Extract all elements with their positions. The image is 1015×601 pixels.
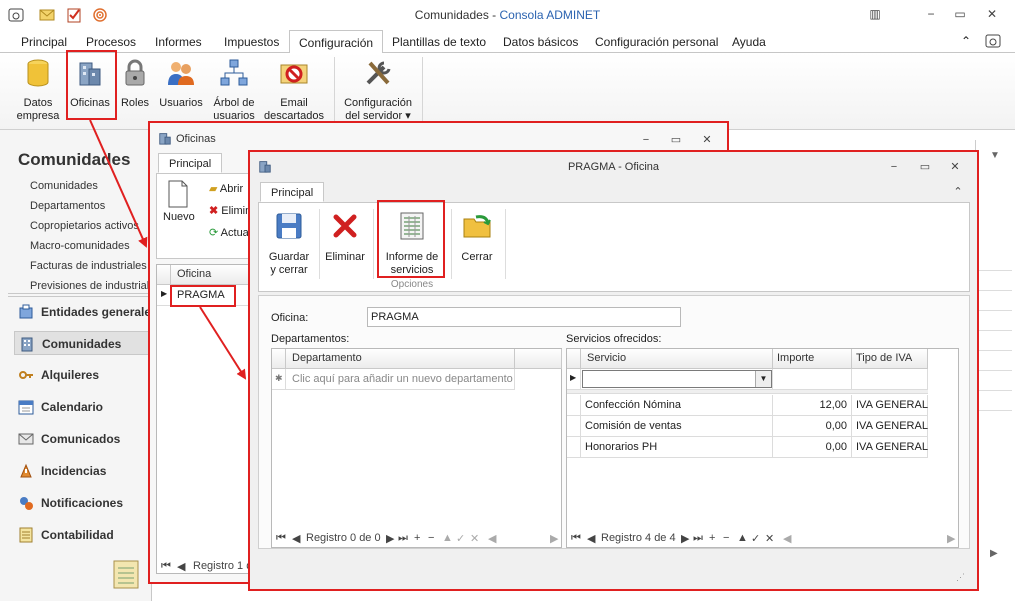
annotation-arrows <box>89 119 247 380</box>
arrow-to-oficinas-window <box>89 119 148 248</box>
arrow-to-pragma-window <box>199 306 247 380</box>
